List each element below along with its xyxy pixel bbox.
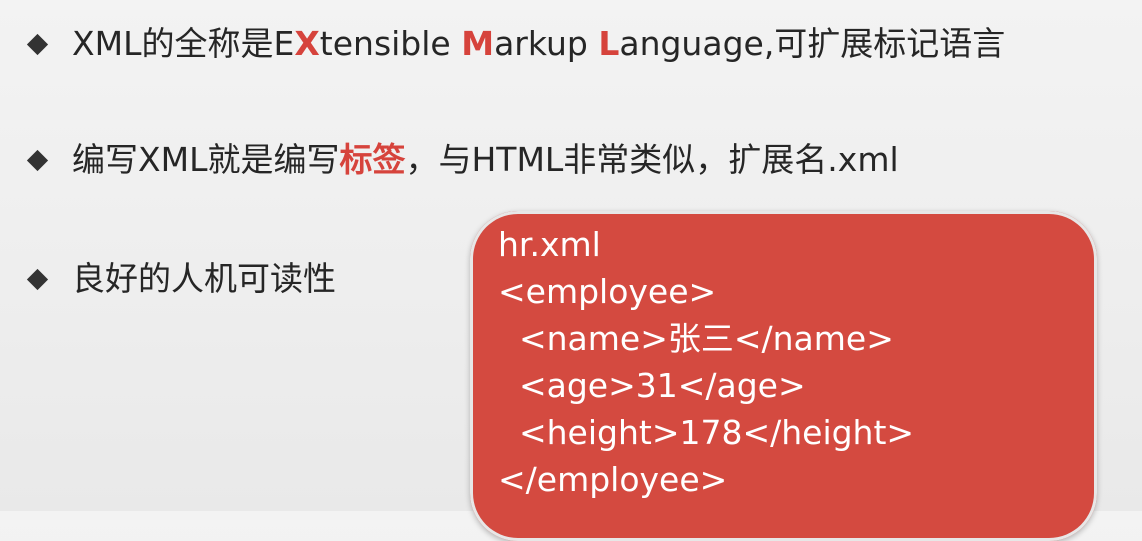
bullet-writing-tags: 编写XML就是编写标签，与HTML非常类似，扩展名.xml	[24, 140, 899, 180]
code-line: </employee>	[498, 460, 728, 499]
code-line: <name>张三</name>	[498, 319, 894, 358]
text-segment: anguage,可扩展标记语言	[619, 24, 1006, 63]
diamond-bullet-icon	[26, 33, 49, 55]
bullet-readability: 良好的人机可读性	[24, 259, 336, 299]
text-segment: 编写XML就是编写	[72, 140, 340, 179]
text-segment: tensible	[319, 24, 462, 63]
text-segment: ，与HTML非常类似，扩展名.xml	[405, 140, 899, 179]
accent-letter-x: X	[294, 24, 320, 63]
bullet-text: XML的全称是EXtensible Markup Language,可扩展标记语…	[72, 24, 1005, 64]
bullet-text: 编写XML就是编写标签，与HTML非常类似，扩展名.xml	[72, 140, 899, 180]
text-segment: 良好的人机可读性	[72, 259, 336, 298]
bullet-text: 良好的人机可读性	[72, 259, 336, 299]
diamond-bullet-icon	[26, 268, 49, 290]
accent-word-tags: 标签	[339, 140, 406, 179]
xml-example-box: hr.xml <employee> <name>张三</name> <age>3…	[470, 211, 1097, 541]
code-line: <height>178</height>	[498, 413, 915, 452]
diamond-bullet-icon	[26, 149, 49, 171]
text-segment: arkup	[494, 24, 599, 63]
slide: XML的全称是EXtensible Markup Language,可扩展标记语…	[0, 0, 1142, 541]
accent-letter-m: M	[461, 24, 495, 63]
text-segment: XML的全称是E	[72, 24, 295, 63]
accent-letter-l: L	[598, 24, 620, 63]
bullet-xml-full-name: XML的全称是EXtensible Markup Language,可扩展标记语…	[24, 24, 1005, 64]
code-line: <employee>	[498, 272, 717, 311]
code-line: <age>31</age>	[498, 366, 806, 405]
code-line-filename: hr.xml	[498, 225, 601, 264]
